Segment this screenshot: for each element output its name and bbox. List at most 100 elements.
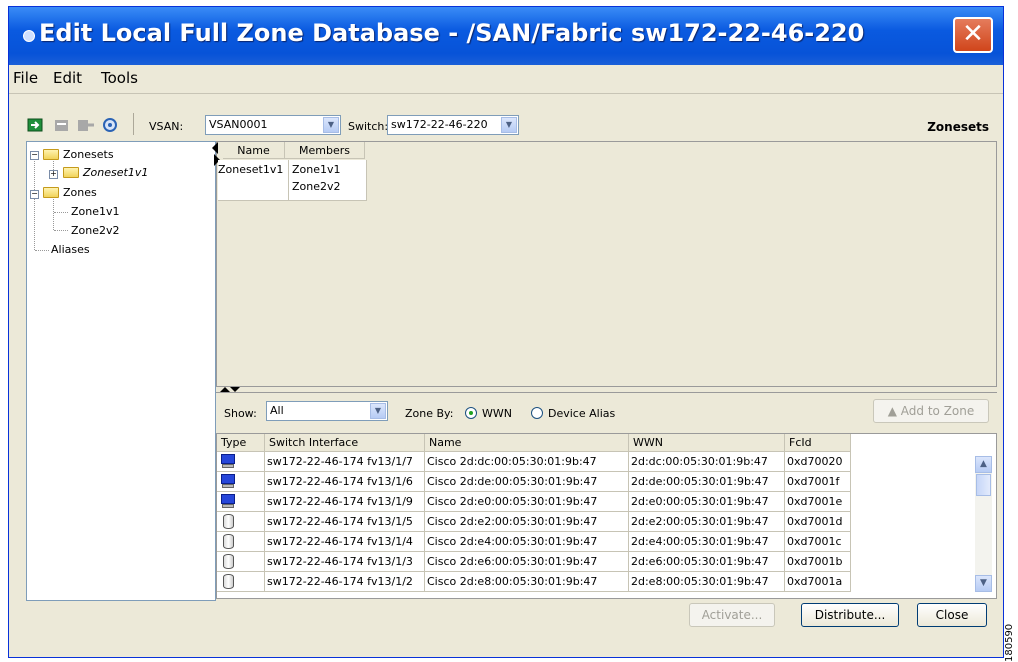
collapse-icon[interactable]: −: [30, 151, 39, 160]
cell-switch-interface: sw172-22-46-174 fv13/1/7: [265, 452, 425, 472]
menu-bar: File Edit Tools: [9, 65, 1003, 94]
show-value: All: [270, 404, 284, 417]
zone-by-label: Zone By:: [405, 407, 454, 420]
column-header-members[interactable]: Members: [285, 142, 365, 159]
cell-type: [217, 532, 265, 552]
menu-file[interactable]: File: [13, 69, 38, 87]
tree-item-zonesets[interactable]: Zonesets: [63, 148, 114, 161]
cell-fcid: 0xd7001f: [785, 472, 851, 492]
switch-select[interactable]: sw172-22-46-220 ▼: [387, 115, 519, 135]
table-row[interactable]: sw172-22-46-174 fv13/1/9 Cisco 2d:e0:00:0…: [217, 492, 851, 512]
switch-label: Switch:: [348, 120, 389, 133]
tree-item-zone2v2[interactable]: Zone2v2: [71, 224, 120, 237]
cell-type: [217, 472, 265, 492]
cell-wwn: 2d:e4:00:05:30:01:9b:47: [629, 532, 785, 552]
cell-fcid: 0xd7001d: [785, 512, 851, 532]
table-row[interactable]: sw172-22-46-174 fv13/1/4 Cisco 2d:e4:00:0…: [217, 532, 851, 552]
menu-tools[interactable]: Tools: [101, 69, 138, 87]
title-bar[interactable]: Edit Local Full Zone Database - /SAN/Fab…: [9, 7, 1003, 65]
cell-name: Cisco 2d:e6:00:05:30:01:9b:47: [425, 552, 629, 572]
close-button[interactable]: Close: [917, 603, 987, 627]
collapse-left-icon[interactable]: [212, 142, 218, 154]
chevron-down-icon: ▼: [323, 117, 339, 133]
cell-fcid: 0xd7001a: [785, 572, 851, 592]
host-icon: [219, 472, 239, 491]
cell-type: [217, 552, 265, 572]
triangle-up-icon: ▲: [887, 404, 897, 418]
cell-type: [217, 492, 265, 512]
folder-icon: [43, 187, 59, 198]
column-header-name[interactable]: Name: [223, 142, 285, 159]
cell-switch-interface: sw172-22-46-174 fv13/1/6: [265, 472, 425, 492]
table-row[interactable]: sw172-22-46-174 fv13/1/7 Cisco 2d:dc:00:0…: [217, 452, 851, 472]
cell-name: Cisco 2d:de:00:05:30:01:9b:47: [425, 472, 629, 492]
radio-wwn[interactable]: [465, 407, 477, 419]
switch-value: sw172-22-46-220: [391, 118, 488, 131]
toolbar-separator: [133, 113, 134, 135]
tree-item-zoneset1v1[interactable]: Zoneset1v1: [83, 166, 148, 179]
scroll-up-icon[interactable]: ▲: [975, 456, 992, 473]
insert-icon[interactable]: [77, 117, 95, 133]
menu-edit[interactable]: Edit: [53, 69, 82, 87]
show-select[interactable]: All ▼: [266, 401, 388, 421]
cell-type: [217, 452, 265, 472]
cell-wwn: 2d:e2:00:05:30:01:9b:47: [629, 512, 785, 532]
table-row[interactable]: sw172-22-46-174 fv13/1/5 Cisco 2d:e2:00:0…: [217, 512, 851, 532]
radio-wwn-label[interactable]: WWN: [482, 407, 512, 420]
tree-item-zone1v1[interactable]: Zone1v1: [71, 205, 120, 218]
folder-icon: [43, 149, 59, 160]
close-window-button[interactable]: ✕: [953, 17, 993, 53]
cell-type: [217, 512, 265, 532]
activate-zone-icon[interactable]: [27, 117, 45, 133]
storage-icon: [219, 512, 239, 531]
zone-database-window: Edit Local Full Zone Database - /SAN/Fab…: [8, 6, 1004, 658]
cell-wwn: 2d:e8:00:05:30:01:9b:47: [629, 572, 785, 592]
tree-guide: [54, 230, 68, 231]
zoneset-row[interactable]: Zoneset1v1 Zone1v1 Zone2v2: [218, 160, 367, 201]
cell-fcid: 0xd70020: [785, 452, 851, 472]
zoneset-member: Zone2v2: [292, 180, 341, 193]
scroll-down-icon[interactable]: ▼: [975, 575, 992, 592]
table-row[interactable]: sw172-22-46-174 fv13/1/3 Cisco 2d:e6:00:0…: [217, 552, 851, 572]
column-header-type[interactable]: Type: [217, 434, 265, 452]
scroll-thumb[interactable]: [976, 474, 991, 496]
vsan-select[interactable]: VSAN0001 ▼: [205, 115, 341, 135]
cell-name: Cisco 2d:e8:00:05:30:01:9b:47: [425, 572, 629, 592]
zoneset-member: Zone1v1: [292, 163, 341, 176]
cell-divider: [288, 160, 289, 200]
section-title: Zonesets: [927, 120, 989, 134]
column-header-switch-interface[interactable]: Switch Interface: [265, 434, 425, 452]
cell-fcid: 0xd7001c: [785, 532, 851, 552]
storage-icon: [219, 572, 239, 591]
expand-icon[interactable]: +: [49, 170, 58, 179]
host-icon: [219, 452, 239, 471]
table-row[interactable]: sw172-22-46-174 fv13/1/6 Cisco 2d:de:00:0…: [217, 472, 851, 492]
window-icon: [23, 30, 35, 42]
show-label: Show:: [224, 407, 257, 420]
collapse-icon[interactable]: −: [30, 190, 39, 199]
column-header-wwn[interactable]: WWN: [629, 434, 785, 452]
delete-icon[interactable]: [53, 117, 71, 133]
radio-device-alias-label[interactable]: Device Alias: [548, 407, 615, 420]
tree-guide: [34, 154, 35, 250]
window-title: Edit Local Full Zone Database - /SAN/Fab…: [39, 19, 865, 47]
host-icon: [219, 492, 239, 511]
cell-wwn: 2d:de:00:05:30:01:9b:47: [629, 472, 785, 492]
add-to-zone-button[interactable]: ▲ Add to Zone: [873, 399, 989, 423]
radio-device-alias[interactable]: [531, 407, 543, 419]
cell-type: [217, 572, 265, 592]
zonesets-table: Name Members Zoneset1v1 Zone1v1 Zone2v2: [212, 141, 997, 387]
vertical-scrollbar[interactable]: ▲ ▼: [975, 456, 992, 592]
cell-name: Cisco 2d:e2:00:05:30:01:9b:47: [425, 512, 629, 532]
activate-button[interactable]: Activate...: [689, 603, 775, 627]
table-row[interactable]: sw172-22-46-174 fv13/1/2 Cisco 2d:e8:00:0…: [217, 572, 851, 592]
refresh-icon[interactable]: [101, 117, 119, 133]
tree-item-zones[interactable]: Zones: [63, 186, 97, 199]
cell-switch-interface: sw172-22-46-174 fv13/1/3: [265, 552, 425, 572]
tree-guide: [54, 212, 68, 213]
column-header-fcid[interactable]: FcId: [785, 434, 851, 452]
tree-item-aliases[interactable]: Aliases: [51, 243, 90, 256]
cell-fcid: 0xd7001b: [785, 552, 851, 572]
distribute-button[interactable]: Distribute...: [801, 603, 899, 627]
column-header-name[interactable]: Name: [425, 434, 629, 452]
